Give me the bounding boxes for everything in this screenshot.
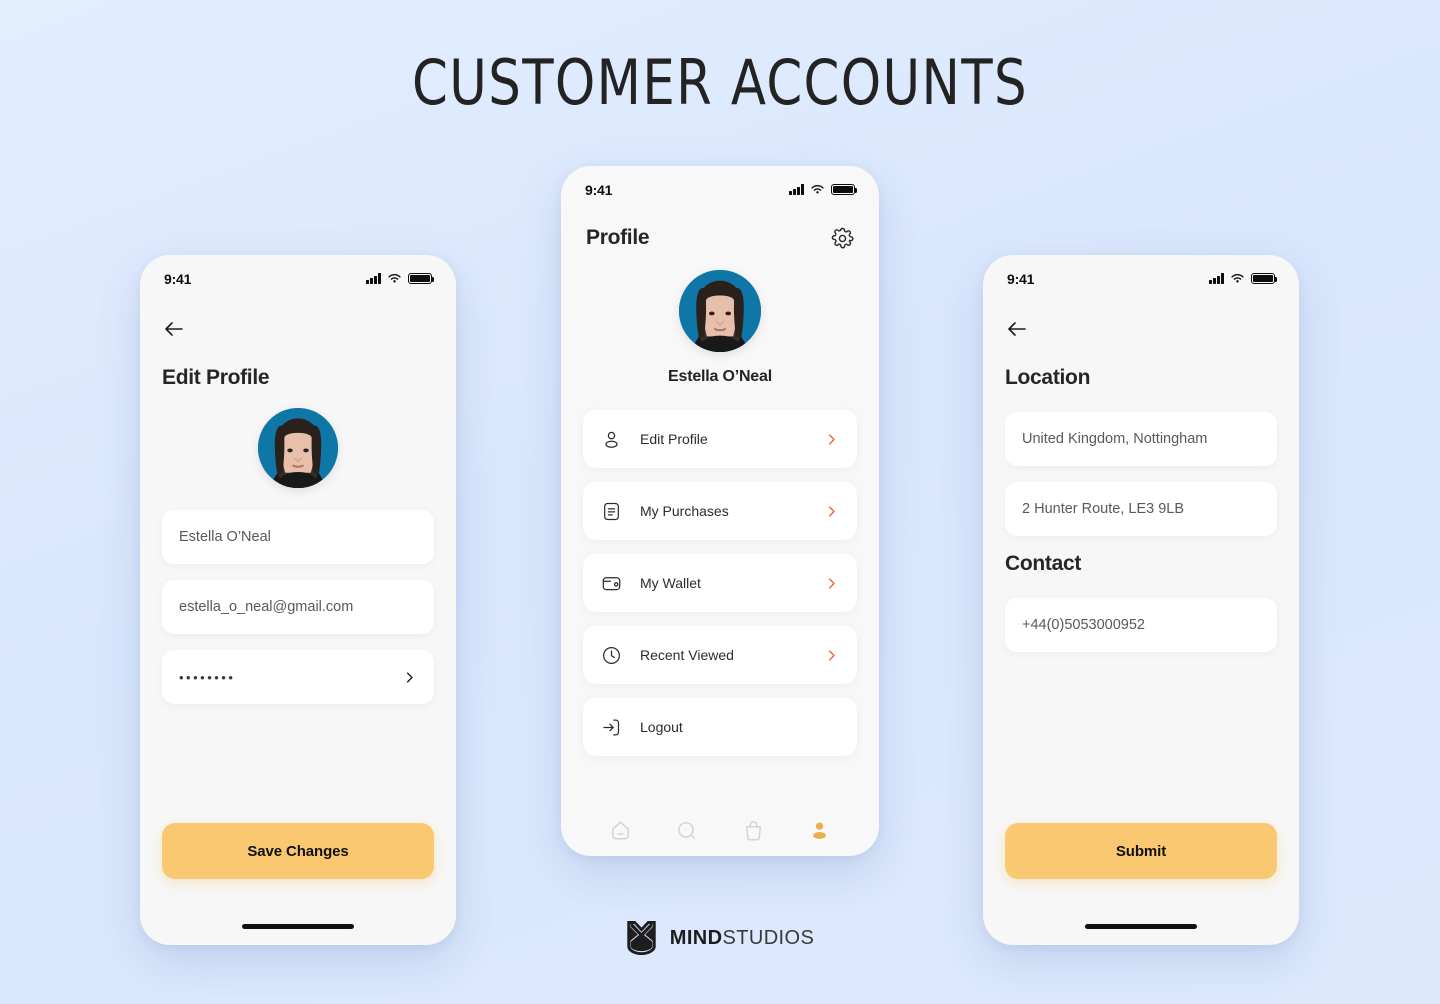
password-field-value: •••••••• — [179, 669, 236, 685]
search-icon[interactable] — [675, 819, 698, 842]
home-icon[interactable] — [609, 819, 632, 842]
wallet-icon — [602, 576, 621, 590]
signal-icon — [366, 273, 381, 284]
status-bar: 9:41 — [983, 255, 1299, 289]
footer-brand: MINDSTUDIOS — [0, 920, 1440, 956]
chevron-right-icon[interactable] — [824, 576, 839, 591]
edit-profile-screen: Edit Profile Estella O’Neal estella_o_ne… — [140, 289, 456, 945]
menu-item-my-wallet[interactable]: My Wallet — [583, 554, 857, 612]
phone-number-field[interactable]: +44(0)5053000952 — [1005, 598, 1277, 652]
chevron-right-icon[interactable] — [824, 504, 839, 519]
screen-title: Edit Profile — [162, 366, 270, 389]
page-root: CUSTOMER ACCOUNTS 9:41 Edit Profile Este… — [0, 0, 1440, 1004]
status-time: 9:41 — [164, 270, 192, 287]
status-icons — [789, 183, 858, 196]
phone-profile: 9:41 Profile Estella O’Neal Edit Profile… — [561, 166, 879, 856]
email-field[interactable]: estella_o_neal@gmail.com — [162, 580, 434, 634]
phone-location: 9:41 Location United Kingdom, Nottingham — [983, 255, 1299, 945]
profile-user-name: Estella O’Neal — [668, 368, 772, 385]
chevron-right-icon[interactable] — [824, 648, 839, 663]
profile-header: Profile — [583, 226, 857, 250]
wifi-icon — [1231, 273, 1244, 283]
menu-item-label: My Purchases — [640, 503, 729, 519]
mindstudios-shield-icon — [627, 920, 656, 956]
status-bar: 9:41 — [140, 255, 456, 289]
battery-icon — [1251, 272, 1278, 285]
country-city-field[interactable]: United Kingdom, Nottingham — [1005, 412, 1277, 466]
menu-item-recent-viewed[interactable]: Recent Viewed — [583, 626, 857, 684]
brand-text: MINDSTUDIOS — [670, 927, 814, 950]
bag-icon[interactable] — [742, 819, 765, 842]
email-field-value: estella_o_neal@gmail.com — [179, 599, 354, 615]
location-screen: Location United Kingdom, Nottingham 2 Hu… — [983, 289, 1299, 945]
arrow-left-icon[interactable] — [1005, 317, 1029, 341]
profile-screen: Profile Estella O’Neal Edit Profile My P… — [561, 226, 879, 856]
user-icon — [605, 431, 618, 448]
country-city-value: United Kingdom, Nottingham — [1022, 431, 1208, 447]
status-bar: 9:41 — [561, 166, 879, 200]
profile-avatar-wrap — [583, 270, 857, 352]
location-section-title: Location — [1005, 366, 1091, 389]
status-time: 9:41 — [585, 181, 613, 198]
battery-icon — [408, 272, 435, 285]
menu-item-my-purchases[interactable]: My Purchases — [583, 482, 857, 540]
menu-item-label: Logout — [640, 719, 683, 735]
street-address-value: 2 Hunter Route, LE3 9LB — [1022, 501, 1185, 517]
chevron-right-icon[interactable] — [824, 432, 839, 447]
name-field-value: Estella O’Neal — [179, 529, 271, 545]
brand-light: STUDIOS — [722, 926, 815, 949]
signal-icon — [1209, 273, 1224, 284]
wifi-icon — [388, 273, 401, 283]
contact-section-title: Contact — [1005, 552, 1082, 575]
chevron-right-icon[interactable] — [402, 670, 417, 685]
menu-item-label: Recent Viewed — [640, 647, 734, 663]
avatar[interactable] — [258, 408, 338, 488]
screen-title: Profile — [586, 226, 650, 249]
name-field[interactable]: Estella O’Neal — [162, 510, 434, 564]
save-changes-button[interactable]: Save Changes — [162, 823, 434, 879]
brand-bold: MIND — [669, 926, 723, 949]
bottom-tab-bar — [561, 819, 879, 842]
profile-menu: Edit Profile My Purchases My Wallet Rece… — [583, 410, 857, 756]
arrow-left-icon[interactable] — [162, 317, 186, 341]
menu-item-label: Edit Profile — [640, 431, 708, 447]
street-address-field[interactable]: 2 Hunter Route, LE3 9LB — [1005, 482, 1277, 536]
signal-icon — [789, 184, 804, 195]
clock-icon — [603, 646, 620, 664]
phone-number-value: +44(0)5053000952 — [1022, 617, 1145, 633]
status-time: 9:41 — [1007, 270, 1035, 287]
gear-icon[interactable] — [831, 227, 854, 250]
menu-item-logout[interactable]: Logout — [583, 698, 857, 756]
menu-item-label: My Wallet — [640, 575, 701, 591]
phone-edit-profile: 9:41 Edit Profile Estella O’Neal estella… — [140, 255, 456, 945]
person-icon[interactable] — [808, 819, 831, 842]
page-title: CUSTOMER ACCOUNTS — [412, 46, 1028, 119]
logout-icon — [603, 719, 620, 735]
password-field[interactable]: •••••••• — [162, 650, 434, 704]
menu-item-edit-profile[interactable]: Edit Profile — [583, 410, 857, 468]
status-icons — [1209, 272, 1278, 285]
battery-icon — [831, 183, 858, 196]
receipt-icon — [604, 502, 619, 520]
submit-button[interactable]: Submit — [1005, 823, 1277, 879]
avatar[interactable] — [679, 270, 761, 352]
status-icons — [366, 272, 435, 285]
wifi-icon — [811, 184, 824, 194]
